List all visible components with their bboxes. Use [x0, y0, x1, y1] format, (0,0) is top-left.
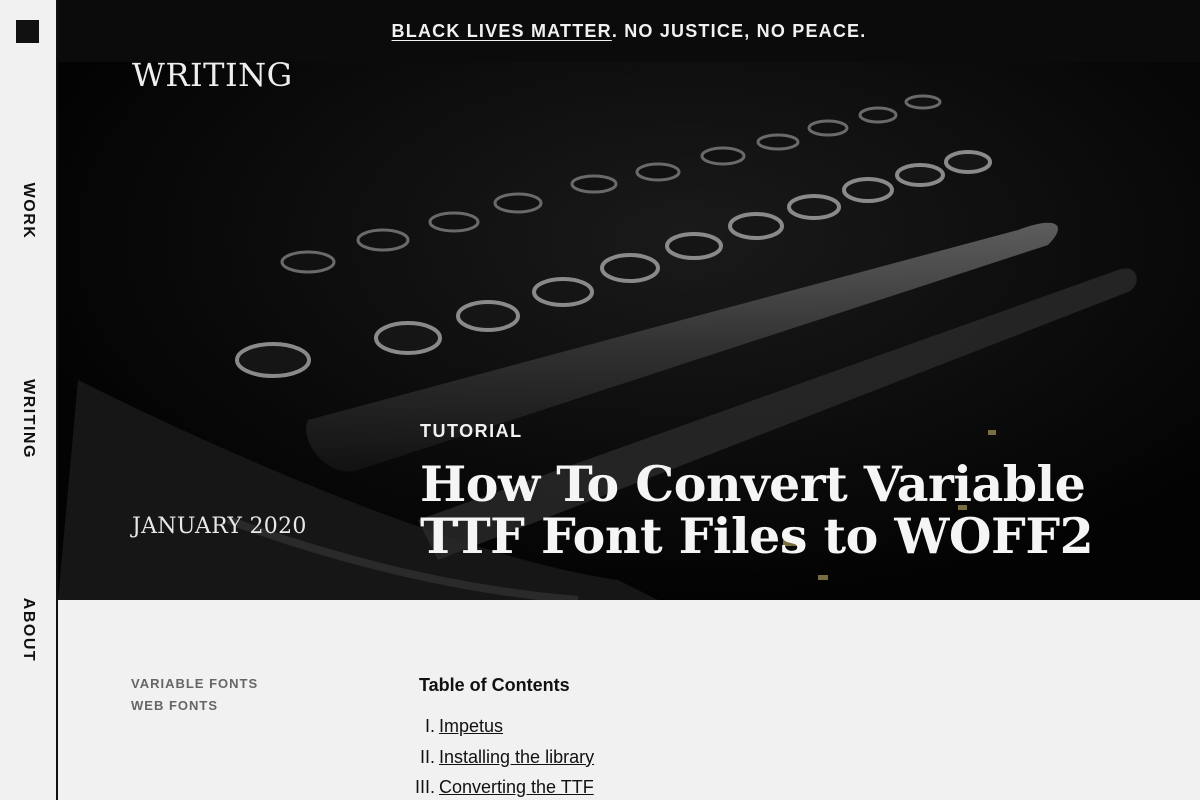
nav-about-link[interactable]: ABOUT [19, 598, 37, 662]
nav-work-link[interactable]: WORK [19, 183, 37, 240]
toc-title: Table of Contents [419, 675, 570, 695]
post-date: JANUARY 2020 [132, 514, 307, 539]
toc-number: I. [424, 716, 435, 736]
toc-number: III. [414, 777, 435, 797]
toc-link-converting-the-ttf[interactable]: Converting the TTF [439, 777, 594, 798]
black-lives-matter-link[interactable]: BLACK LIVES MATTER [392, 21, 612, 42]
tag-web-fonts[interactable]: WEB FONTS [131, 695, 258, 717]
toc-number: II. [419, 746, 435, 767]
toc-link-installing-the-library[interactable]: Installing the library [439, 747, 594, 768]
toc-item: I. Impetus [405, 716, 594, 747]
side-navigation: WORK WRITING ABOUT [0, 0, 58, 800]
hero-section: WRITING JANUARY 2020 TUTORIAL How To Con… [58, 0, 1200, 600]
home-logo-square[interactable] [16, 20, 39, 43]
banner-text: . NO JUSTICE, NO PEACE. [611, 20, 867, 41]
nav-writing-link[interactable]: WRITING [19, 379, 37, 459]
table-of-contents: I. Impetus II. Installing the library II… [405, 716, 594, 800]
toc-link-impetus[interactable]: Impetus [439, 716, 503, 737]
toc-item: III. Converting the TTF [405, 777, 594, 800]
announcement-banner: BLACK LIVES MATTER. NO JUSTICE, NO PEACE… [58, 0, 1200, 62]
post-category[interactable]: TUTORIAL [420, 421, 523, 442]
post-title: How To Convert Variable TTF Font Files t… [420, 455, 1094, 565]
tag-variable-fonts[interactable]: VARIABLE FONTS [131, 673, 258, 695]
section-label: WRITING [132, 56, 293, 94]
toc-item: II. Installing the library [405, 747, 594, 778]
post-tags: VARIABLE FONTS WEB FONTS [131, 673, 258, 717]
